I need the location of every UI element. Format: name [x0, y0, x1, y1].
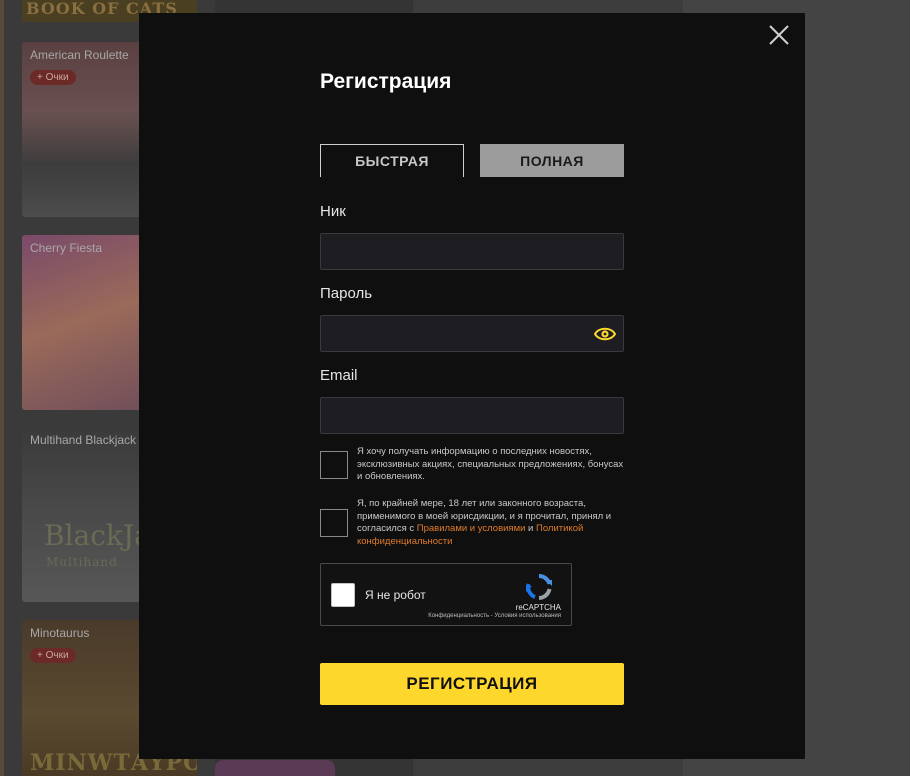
newsletter-checkbox[interactable] [320, 451, 348, 479]
show-password-button[interactable] [594, 325, 616, 343]
nick-label: Ник [320, 203, 346, 220]
password-field-wrapper [320, 315, 624, 352]
recaptcha-logo-icon [524, 572, 554, 602]
points-badge: + Очки [30, 70, 76, 85]
recaptcha-label: Я не робот [365, 588, 426, 602]
email-label: Email [320, 367, 358, 384]
background-decoration [215, 760, 335, 776]
recaptcha-widget: Я не робот reCAPTCHA Конфиденциальность … [320, 563, 572, 626]
game-art-subtitle: Multihand [46, 555, 118, 569]
nick-input[interactable] [321, 234, 623, 269]
game-title: Multihand Blackjack [30, 433, 137, 447]
age-terms-connector: и [525, 523, 537, 534]
background-strip [0, 0, 4, 776]
recaptcha-brand: reCAPTCHA [515, 603, 561, 612]
points-badge: + Очки [30, 648, 76, 663]
close-button[interactable] [767, 23, 791, 47]
password-label: Пароль [320, 285, 373, 302]
email-input[interactable] [321, 398, 623, 433]
close-icon [769, 25, 789, 45]
tab-quick[interactable]: БЫСТРАЯ [320, 144, 464, 177]
game-title: American Roulette [30, 48, 129, 62]
age-terms-checkbox[interactable] [320, 509, 348, 537]
registration-modal: Регистрация БЫСТРАЯ ПОЛНАЯ Ник Пароль Em… [139, 13, 805, 759]
modal-title: Регистрация [320, 70, 452, 93]
game-art-title: BlackJa [44, 519, 151, 552]
game-title: Cherry Fiesta [30, 241, 103, 255]
terms-link[interactable]: Правилами и условиями [417, 523, 526, 534]
newsletter-consent-text: Я хочу получать информацию о последних н… [357, 446, 624, 482]
registration-tabs: БЫСТРАЯ ПОЛНАЯ [320, 144, 624, 177]
recaptcha-terms-link[interactable]: Конфиденциальность - Условия использован… [428, 613, 561, 619]
age-terms-consent-text: Я, по крайней мере, 18 лет или законного… [357, 498, 624, 548]
password-input[interactable] [321, 316, 623, 351]
email-field-wrapper [320, 397, 624, 434]
register-button[interactable]: РЕГИСТРАЦИЯ [320, 663, 624, 705]
nick-field-wrapper [320, 233, 624, 270]
eye-icon [594, 327, 616, 341]
game-title: Minotaurus [30, 626, 90, 640]
recaptcha-checkbox[interactable] [331, 583, 355, 607]
tab-full[interactable]: ПОЛНАЯ [480, 144, 624, 177]
